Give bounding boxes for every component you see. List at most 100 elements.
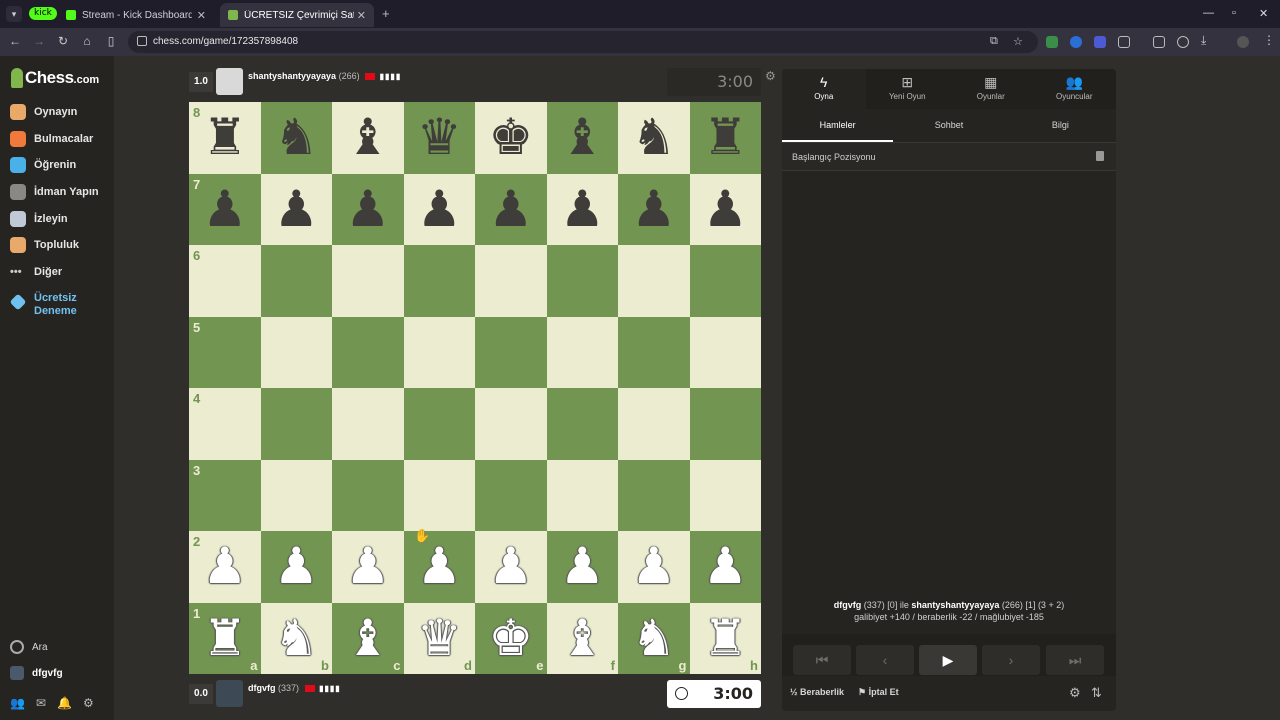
white-pawn-icon[interactable]: ♟ xyxy=(690,531,762,603)
square-h4[interactable] xyxy=(689,388,761,460)
square-b4[interactable] xyxy=(260,388,332,460)
download-icon[interactable]: ⤓ xyxy=(1201,33,1213,47)
previous-move-button[interactable]: ‹ xyxy=(856,645,914,675)
square-a5[interactable]: 5 xyxy=(189,316,261,388)
white-rook-icon[interactable]: ♜ xyxy=(690,603,762,675)
next-move-button[interactable]: › xyxy=(982,645,1040,675)
sidebar-item-free-trial[interactable]: Ücretsiz Deneme xyxy=(9,292,77,318)
square-g6[interactable] xyxy=(618,245,690,317)
square-a6[interactable]: 6 xyxy=(189,245,261,317)
square-b1[interactable]: b ♞ xyxy=(260,602,333,675)
sidebar-item-learn[interactable]: Öğrenin xyxy=(10,157,76,173)
square-c5[interactable] xyxy=(332,316,404,388)
black-pawn-icon[interactable]: ♟ xyxy=(261,174,333,246)
square-f1[interactable]: f ♝ xyxy=(546,602,618,674)
tab-moves[interactable]: Hamleler xyxy=(782,109,894,142)
site-info-icon[interactable] xyxy=(137,36,147,46)
board-settings-gear-icon[interactable]: ⚙ xyxy=(765,69,776,83)
black-bishop-icon[interactable]: ♝ xyxy=(547,102,619,174)
tab-play[interactable]: ϟ Oyna xyxy=(782,69,866,109)
white-pawn-icon[interactable]: ♟ xyxy=(618,531,690,603)
square-b6[interactable] xyxy=(260,245,332,317)
square-g5[interactable] xyxy=(618,316,690,388)
square-b8[interactable]: ♞ xyxy=(260,102,333,174)
white-pawn-icon[interactable]: ♟ xyxy=(332,531,404,603)
square-h5[interactable] xyxy=(689,316,761,388)
black-pawn-icon[interactable]: ♟ xyxy=(618,174,690,246)
extension-icon[interactable] xyxy=(1094,36,1106,48)
play-button[interactable]: ▶ xyxy=(919,645,977,675)
white-knight-icon[interactable]: ♞ xyxy=(618,603,690,675)
profile-avatar-icon[interactable] xyxy=(1237,36,1249,48)
sidebar-item-more[interactable]: ••• Diğer xyxy=(10,264,62,280)
black-pawn-icon[interactable]: ♟ xyxy=(475,174,547,246)
incognito-icon[interactable] xyxy=(1177,36,1189,48)
square-h1[interactable]: h ♜ xyxy=(689,602,762,675)
square-g3[interactable] xyxy=(618,459,690,531)
square-c7[interactable]: ♟ xyxy=(332,173,404,246)
friends-icon[interactable]: 👥 xyxy=(10,696,25,710)
square-h7[interactable]: ♟ xyxy=(689,173,761,245)
minimize-icon[interactable]: — xyxy=(1203,7,1214,19)
white-rook-icon[interactable]: ♜ xyxy=(189,603,261,675)
reload-icon[interactable]: ↻ xyxy=(55,34,71,48)
square-d7[interactable]: ♟ xyxy=(403,173,475,245)
bottom-player-avatar[interactable] xyxy=(216,680,243,707)
first-move-button[interactable]: ⏮ xyxy=(793,645,851,675)
square-e5[interactable] xyxy=(475,316,547,388)
extensions-puzzle-icon[interactable] xyxy=(1118,36,1130,48)
bell-icon[interactable]: 🔔 xyxy=(57,696,72,710)
black-rook-icon[interactable]: ♜ xyxy=(690,102,762,174)
black-pawn-icon[interactable]: ♟ xyxy=(547,174,619,246)
square-f7[interactable]: ♟ xyxy=(546,173,619,246)
tab-kick-dashboard[interactable]: Stream - Kick Dashboard ✕ xyxy=(58,3,214,27)
close-window-icon[interactable]: ✕ xyxy=(1259,7,1268,20)
add-friend-icon[interactable]: ⚙ xyxy=(1069,685,1081,701)
tab-players[interactable]: 👥 Oyuncular xyxy=(1033,69,1117,109)
black-pawn-icon[interactable]: ♟ xyxy=(332,174,404,246)
white-queen-icon[interactable]: ♛ xyxy=(404,603,476,675)
square-f8[interactable]: ♝ xyxy=(546,102,619,174)
square-a4[interactable]: 4 xyxy=(189,388,261,460)
square-c8[interactable]: ♝ xyxy=(332,102,404,174)
square-g4[interactable] xyxy=(618,388,690,460)
sidebar-item-puzzles[interactable]: Bulmacalar xyxy=(10,131,93,147)
black-knight-icon[interactable]: ♞ xyxy=(618,102,690,174)
square-d6[interactable] xyxy=(403,245,475,317)
square-b2[interactable]: ♟ xyxy=(260,531,332,603)
square-h8[interactable]: ♜ xyxy=(689,102,762,174)
square-f3[interactable] xyxy=(546,459,618,531)
white-bishop-icon[interactable]: ♝ xyxy=(332,603,404,675)
square-g2[interactable]: ♟ xyxy=(618,531,690,603)
top-player-avatar[interactable] xyxy=(216,68,243,95)
close-tab-icon[interactable]: ✕ xyxy=(357,9,366,22)
square-c2[interactable]: ♟ xyxy=(332,531,404,603)
install-app-icon[interactable]: ⧉ xyxy=(990,35,998,48)
trash-icon[interactable] xyxy=(1096,151,1104,161)
square-h3[interactable] xyxy=(689,459,761,531)
square-a3[interactable]: 3 xyxy=(189,459,261,531)
maximize-icon[interactable]: ▫ xyxy=(1232,7,1236,19)
chess-logo[interactable]: Chess .com xyxy=(11,68,99,88)
address-bar[interactable]: chess.com/game/172357898408 ⧉ ☆ xyxy=(128,31,1038,53)
square-e4[interactable] xyxy=(475,388,547,460)
square-e3[interactable] xyxy=(475,459,547,531)
settings-gear-icon[interactable]: ⚙ xyxy=(83,696,94,710)
back-icon[interactable]: ← xyxy=(7,34,23,48)
abort-button[interactable]: ⚑ İptal Et xyxy=(858,687,899,698)
sidebar-item-watch[interactable]: İzleyin xyxy=(10,211,68,227)
square-d1[interactable]: d ♛ xyxy=(403,602,476,675)
black-knight-icon[interactable]: ♞ xyxy=(261,102,333,174)
square-f2[interactable]: ♟ xyxy=(546,531,619,603)
square-f5[interactable] xyxy=(546,316,618,388)
reading-list-icon[interactable] xyxy=(1153,36,1165,48)
close-tab-icon[interactable]: ✕ xyxy=(197,9,206,22)
new-tab-button[interactable]: + xyxy=(382,6,390,21)
top-player-info[interactable]: shantyshantyyayaya (266) ▮▮▮▮ xyxy=(248,71,401,81)
white-pawn-icon[interactable]: ♟ xyxy=(547,531,619,603)
extension-icon[interactable] xyxy=(1046,36,1058,48)
square-d3[interactable] xyxy=(403,459,475,531)
home-icon[interactable]: ⌂ xyxy=(79,34,95,48)
white-knight-icon[interactable]: ♞ xyxy=(261,603,333,675)
square-b5[interactable] xyxy=(260,316,332,388)
